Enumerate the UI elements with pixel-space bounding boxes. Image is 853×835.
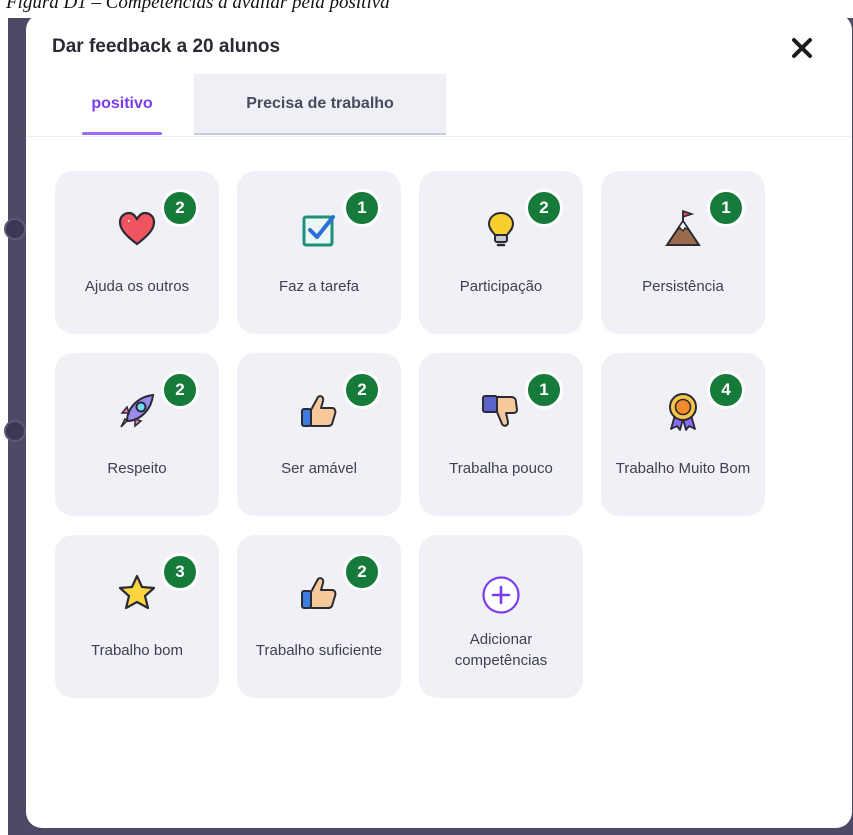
skill-count-badge: 2 xyxy=(525,189,563,227)
skill-label: Ser amável xyxy=(281,459,357,477)
checkbox-icon xyxy=(302,215,335,247)
tab-precisa-de-trabalho[interactable]: Precisa de trabalho xyxy=(194,74,446,135)
skill-count-badge: 1 xyxy=(525,371,563,409)
backdrop-avatar xyxy=(4,218,26,240)
heart-icon xyxy=(118,211,156,246)
backdrop-avatar xyxy=(4,420,26,442)
skill-label: Trabalha pouco xyxy=(449,459,553,477)
skill-tile-trabalha-pouco[interactable]: 1 Trabalha pouco xyxy=(419,353,583,516)
skill-label: Trabalho bom xyxy=(91,641,183,659)
skill-count-badge: 2 xyxy=(161,189,199,227)
rocket-icon xyxy=(120,393,155,428)
skill-count-badge: 2 xyxy=(343,553,381,591)
thumbs-up-icon xyxy=(301,395,337,427)
skill-label: Ajuda os outros xyxy=(84,277,190,295)
skill-tile-persistencia[interactable]: 1 Persistência xyxy=(601,171,765,334)
star-icon xyxy=(118,574,156,610)
skill-count-badge: 2 xyxy=(343,371,381,409)
feedback-modal: Dar feedback a 20 alunos positivo Precis… xyxy=(26,14,852,828)
skill-tile-participacao[interactable]: 2 Participação xyxy=(419,171,583,334)
skill-tile-trabalho-muito-bom[interactable]: 4 Trabalho Muito Bom xyxy=(601,353,765,516)
skill-tile-respeito[interactable]: 2 Respeito xyxy=(55,353,219,516)
lightbulb-icon xyxy=(487,211,515,247)
thumbs-up-icon xyxy=(301,577,337,609)
skill-tile-ajuda-os-outros[interactable]: 2 Ajuda os outros xyxy=(55,171,219,334)
close-icon xyxy=(792,38,812,58)
close-button[interactable] xyxy=(788,34,816,62)
skill-count-badge: 1 xyxy=(343,189,381,227)
skill-label: Respeito xyxy=(107,459,167,477)
skill-label: Participação xyxy=(459,277,543,295)
skill-count-badge: 1 xyxy=(707,189,745,227)
mountain-flag-icon xyxy=(665,209,701,246)
thumbs-down-icon xyxy=(482,395,518,427)
skill-tile-faz-a-tarefa[interactable]: 1 Faz a tarefa xyxy=(237,171,401,334)
figure-caption: Figura D1 – Competências a avaliar pela … xyxy=(6,0,390,13)
skill-label: Trabalho suficiente xyxy=(255,641,383,659)
skill-count-badge: 4 xyxy=(707,371,745,409)
modal-title: Dar feedback a 20 alunos xyxy=(52,36,281,57)
skill-tile-trabalho-suficiente[interactable]: 2 Trabalho suficiente xyxy=(237,535,401,698)
tab-bar: positivo Precisa de trabalho xyxy=(26,74,852,137)
skill-tile-trabalho-bom[interactable]: 3 Trabalho bom xyxy=(55,535,219,698)
tab-positivo[interactable]: positivo xyxy=(82,74,162,135)
add-skills-button[interactable]: Adicionar competências xyxy=(419,535,583,698)
skill-tile-ser-amavel[interactable]: 2 Ser amável xyxy=(237,353,401,516)
skill-count-badge: 3 xyxy=(161,553,199,591)
skill-label: Faz a tarefa xyxy=(278,277,360,295)
add-skills-label: Adicionar competências xyxy=(454,631,548,669)
skill-label: Trabalho Muito Bom xyxy=(615,459,751,477)
skill-label: Persistência xyxy=(642,277,724,295)
award-ribbon-icon xyxy=(669,393,697,431)
plus-circle-icon xyxy=(482,576,520,614)
skill-count-badge: 2 xyxy=(161,371,199,409)
